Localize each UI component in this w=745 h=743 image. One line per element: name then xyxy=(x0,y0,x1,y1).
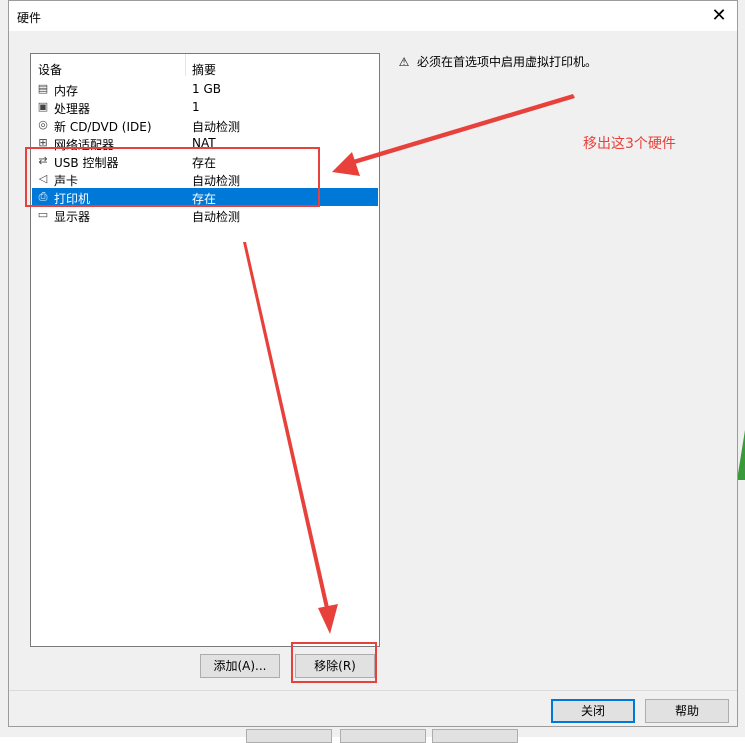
device-list-header: 设备 摘要 xyxy=(31,54,379,78)
background-window-buttons xyxy=(0,727,745,743)
device-summary: 1 GB xyxy=(192,82,221,96)
close-button[interactable]: 关闭 xyxy=(551,699,635,723)
background-decoration xyxy=(737,430,745,480)
device-row-display[interactable]: ▭ 显示器 自动检测 xyxy=(32,206,378,224)
device-name: 显示器 xyxy=(54,210,91,224)
device-list[interactable]: 设备 摘要 ▤ 内存 1 GB ▣ 处理器 1 ◎ 新 CD/DVD (IDE)… xyxy=(30,53,380,647)
notice-text: 必须在首选项中启用虚拟打印机。 xyxy=(417,55,598,69)
help-button[interactable]: 帮助 xyxy=(645,699,729,723)
column-divider[interactable] xyxy=(185,54,186,76)
cpu-icon: ▣ xyxy=(37,100,49,113)
column-header-device[interactable]: 设备 xyxy=(38,61,62,78)
device-row-cd-dvd[interactable]: ◎ 新 CD/DVD (IDE) 自动检测 xyxy=(32,116,378,134)
memory-icon: ▤ xyxy=(37,82,49,95)
warning-icon: ⚠ xyxy=(398,55,410,69)
cd-dvd-icon: ◎ xyxy=(38,118,48,131)
device-summary: 1 xyxy=(192,100,200,114)
device-row-processor[interactable]: ▣ 处理器 1 xyxy=(32,98,378,116)
annotation-text: 移出这3个硬件 xyxy=(583,136,676,152)
device-name: 内存 xyxy=(54,84,79,98)
display-icon: ▭ xyxy=(37,208,49,221)
window-title: 硬件 xyxy=(17,11,42,25)
printer-notice: ⚠ 必须在首选项中启用虚拟打印机。 xyxy=(397,53,597,70)
device-name: 处理器 xyxy=(54,102,91,116)
column-header-summary[interactable]: 摘要 xyxy=(192,61,216,78)
title-bar: 硬件 ✕ xyxy=(9,1,737,31)
background-window-edge-right xyxy=(738,0,745,737)
add-button[interactable]: 添加(A)... xyxy=(200,654,280,678)
background-window-edge xyxy=(0,0,8,737)
close-icon[interactable]: ✕ xyxy=(707,4,731,28)
device-summary: 自动检测 xyxy=(192,120,241,134)
annotation-remove-box xyxy=(291,642,377,683)
device-summary: 自动检测 xyxy=(192,210,241,224)
device-name: 新 CD/DVD (IDE) xyxy=(54,120,152,134)
footer-divider xyxy=(9,690,737,691)
device-row-memory[interactable]: ▤ 内存 1 GB xyxy=(32,80,378,98)
annotation-highlight-box xyxy=(25,147,320,207)
hardware-dialog: 硬件 ✕ 设备 摘要 ▤ 内存 1 GB ▣ 处理器 1 ◎ 新 CD/DVD … xyxy=(8,0,738,727)
